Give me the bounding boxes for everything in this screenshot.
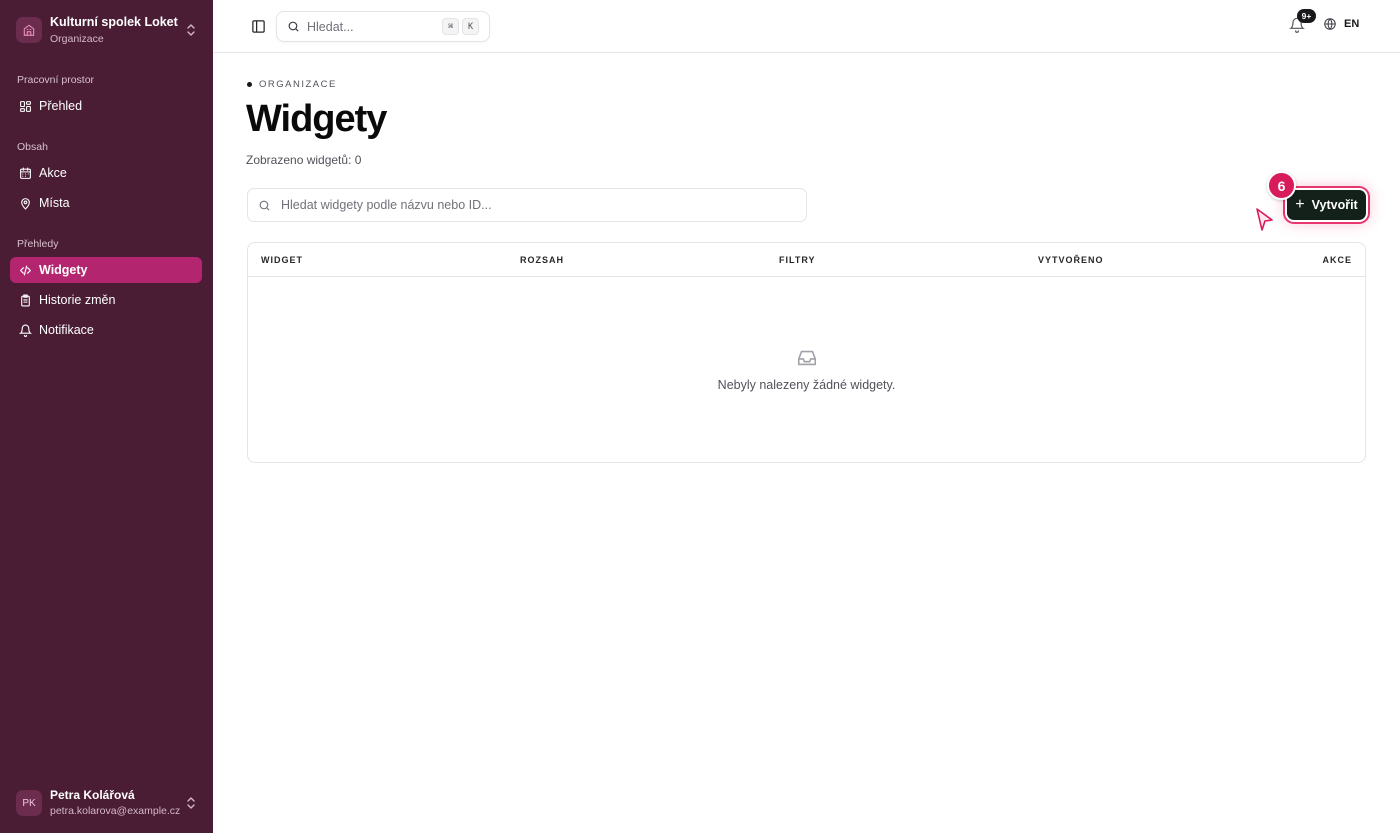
search-icon bbox=[287, 20, 300, 33]
organization-name: Kulturní spolek Loket bbox=[50, 14, 178, 29]
notification-count-badge: 9+ bbox=[1297, 9, 1316, 23]
calendar-icon bbox=[18, 166, 32, 180]
column-header-widget: WIDGET bbox=[261, 255, 303, 265]
sidebar-item-label: Widgety bbox=[39, 263, 88, 277]
sidebar-toggle-button[interactable] bbox=[249, 17, 267, 35]
user-name: Petra Kolářová bbox=[50, 788, 135, 802]
widgets-table: WIDGET ROZSAH FILTRY VYTVOŘENO AKCE Neby… bbox=[247, 242, 1366, 463]
clipboard-list-icon bbox=[18, 293, 32, 307]
breadcrumb-label: ORGANIZACE bbox=[259, 79, 337, 90]
sidebar-item-events[interactable]: Akce bbox=[10, 160, 202, 186]
organization-switcher[interactable]: Kulturní spolek Loket Organizace bbox=[8, 8, 205, 52]
empty-state: Nebyly nalezeny žádné widgety. bbox=[248, 277, 1365, 462]
sidebar-item-history[interactable]: Historie změn bbox=[10, 287, 202, 313]
inbox-icon bbox=[796, 347, 818, 369]
sidebar-item-label: Místa bbox=[39, 196, 70, 210]
sidebar-item-label: Přehled bbox=[39, 99, 83, 113]
chevrons-up-down-icon bbox=[185, 796, 197, 810]
sidebar-item-places[interactable]: Místa bbox=[10, 190, 202, 216]
bell-icon bbox=[18, 323, 32, 337]
language-switcher[interactable]: EN bbox=[1323, 17, 1359, 31]
page-title: Widgety bbox=[246, 98, 387, 140]
mouse-cursor-icon bbox=[1255, 207, 1275, 233]
code-icon bbox=[18, 263, 32, 277]
sidebar: Kulturní spolek Loket Organizace Pracovn… bbox=[0, 0, 213, 833]
widget-search-placeholder: Hledat widgety podle názvu nebo ID... bbox=[281, 198, 492, 212]
widget-count-text: Zobrazeno widgetů: 0 bbox=[246, 153, 362, 167]
search-placeholder: Hledat... bbox=[307, 19, 354, 34]
sidebar-item-notifications[interactable]: Notifikace bbox=[10, 317, 202, 343]
step-badge: 6 bbox=[1267, 171, 1296, 200]
section-label-workspace: Pracovní prostor bbox=[17, 74, 95, 86]
widget-search-input[interactable]: Hledat widgety podle názvu nebo ID... bbox=[247, 188, 807, 222]
globe-icon bbox=[1323, 17, 1337, 31]
sidebar-item-label: Akce bbox=[39, 166, 67, 180]
sidebar-item-overview[interactable]: Přehled bbox=[10, 93, 202, 119]
sidebar-item-label: Notifikace bbox=[39, 323, 94, 337]
column-header-filters: FILTRY bbox=[779, 255, 816, 265]
table-header: WIDGET ROZSAH FILTRY VYTVOŘENO AKCE bbox=[248, 243, 1365, 277]
create-button-label: Vytvořit bbox=[1311, 198, 1358, 212]
column-header-created: VYTVOŘENO bbox=[1038, 255, 1104, 265]
search-icon bbox=[258, 199, 271, 212]
grid-icon bbox=[18, 99, 32, 113]
user-email: petra.kolarova@example.cz bbox=[50, 805, 181, 818]
breadcrumb: ORGANIZACE bbox=[247, 79, 337, 90]
map-pin-icon bbox=[18, 196, 32, 210]
column-header-actions: AKCE bbox=[1322, 255, 1352, 265]
shortcut-key-command: ⌘ bbox=[442, 18, 459, 35]
column-header-scope: ROZSAH bbox=[520, 255, 564, 265]
organization-type: Organizace bbox=[50, 32, 104, 45]
user-menu[interactable]: PK Petra Kolářová petra.kolarova@example… bbox=[8, 782, 205, 824]
language-label: EN bbox=[1344, 18, 1360, 30]
building-icon bbox=[16, 17, 42, 43]
plus-icon: + bbox=[1295, 196, 1305, 213]
section-label-content: Obsah bbox=[17, 141, 48, 153]
avatar: PK bbox=[16, 790, 42, 816]
sidebar-item-label: Historie změn bbox=[39, 293, 116, 307]
section-label-overviews: Přehledy bbox=[17, 238, 59, 250]
topbar: Hledat... ⌘ K 9+ EN bbox=[213, 0, 1400, 53]
shortcut-key-k: K bbox=[462, 18, 479, 35]
create-widget-button[interactable]: + Vytvořit bbox=[1287, 190, 1366, 220]
sidebar-item-widgets[interactable]: Widgety bbox=[10, 257, 202, 283]
bullet-dot bbox=[247, 82, 252, 87]
chevrons-up-down-icon bbox=[185, 23, 197, 37]
global-search-input[interactable]: Hledat... ⌘ K bbox=[276, 11, 490, 42]
empty-state-text: Nebyly nalezeny žádné widgety. bbox=[717, 378, 896, 392]
